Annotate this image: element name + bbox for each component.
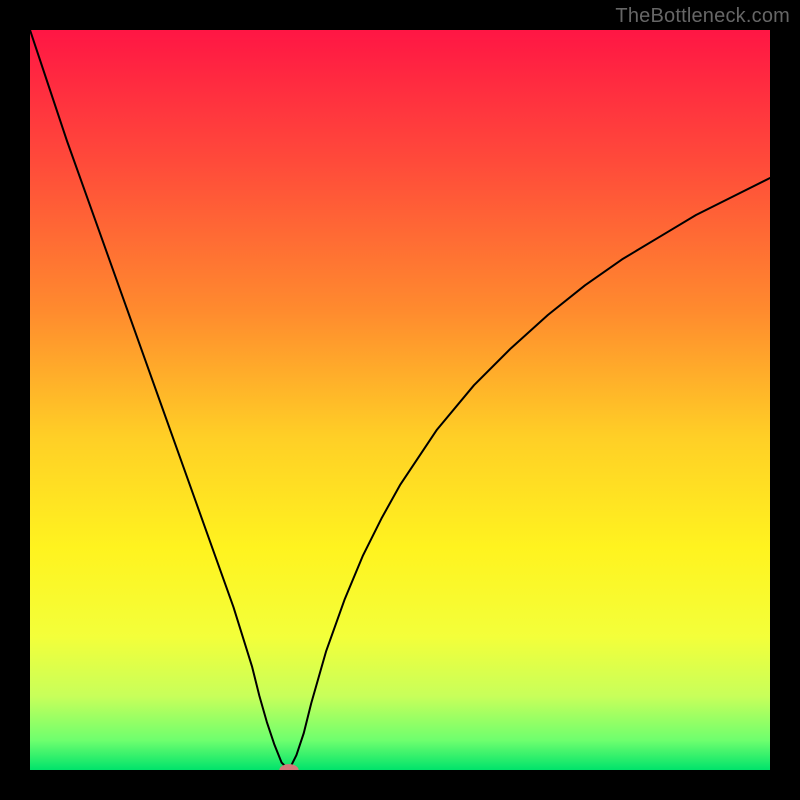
plot-area — [30, 30, 770, 770]
watermark-text: TheBottleneck.com — [615, 5, 790, 28]
gradient-background — [30, 30, 770, 770]
chart-frame: TheBottleneck.com — [0, 0, 800, 800]
chart-svg — [30, 30, 770, 770]
